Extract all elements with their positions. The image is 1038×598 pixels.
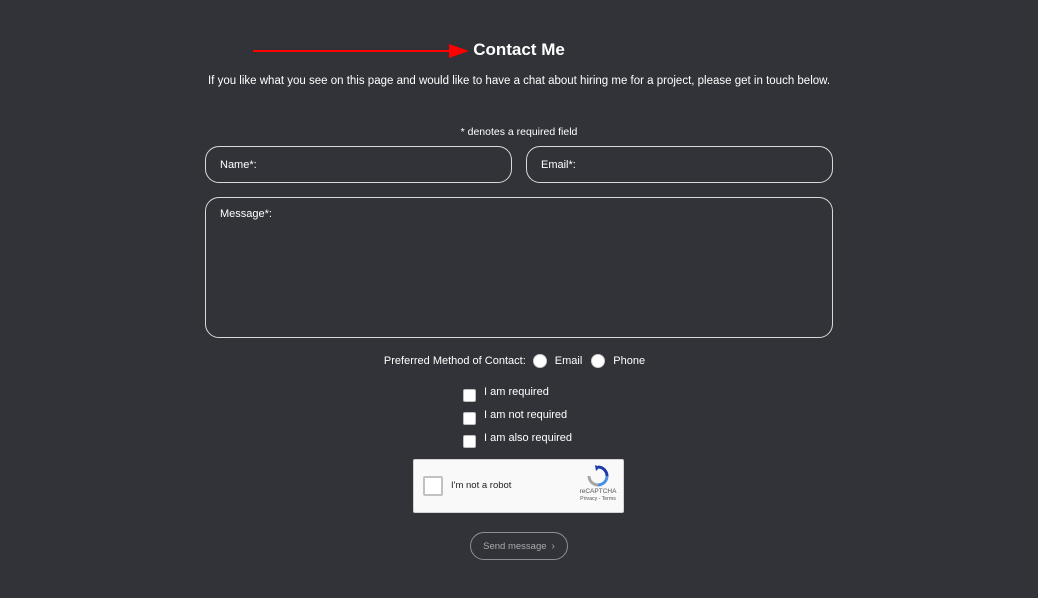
preferred-contact-label: Preferred Method of Contact: <box>383 355 526 367</box>
intro-text: If you like what you see on this page an… <box>207 75 831 87</box>
page-title: Contact Me <box>473 40 565 59</box>
recaptcha-icon <box>587 465 609 487</box>
recaptcha-links[interactable]: Privacy - Terms <box>574 496 622 503</box>
phone-radio-label: Phone <box>613 355 646 367</box>
recaptcha-logo: reCAPTCHA Privacy - Terms <box>574 465 622 511</box>
email-field[interactable] <box>526 146 833 183</box>
message-field[interactable] <box>205 197 833 338</box>
name-field[interactable] <box>205 146 512 183</box>
recaptcha-widget: I'm not a robot reCAPTCHA Privacy - Term… <box>413 459 624 513</box>
i-am-also-required-checkbox[interactable] <box>463 434 476 448</box>
checkbox-label: I am not required <box>484 408 568 421</box>
checkbox-group: I am required I am not required I am als… <box>462 382 572 451</box>
checkbox-label: I am also required <box>484 431 573 444</box>
recaptcha-label: I'm not a robot <box>451 480 512 491</box>
i-am-required-checkbox[interactable] <box>463 388 476 402</box>
preferred-contact-row: Preferred Method of Contact: Email Phone <box>0 352 1038 370</box>
checkbox-row: I am not required <box>462 405 572 428</box>
checkbox-row: I am required <box>462 382 572 405</box>
i-am-not-required-checkbox[interactable] <box>463 411 476 425</box>
checkbox-row: I am also required <box>462 428 572 451</box>
recaptcha-checkbox[interactable] <box>423 476 443 496</box>
email-radio[interactable] <box>532 354 547 368</box>
send-message-label: Send message <box>483 540 547 552</box>
phone-radio[interactable] <box>591 354 606 368</box>
required-field-note: * denotes a required field <box>460 126 578 138</box>
chevron-right-icon: › <box>551 540 555 552</box>
email-radio-label: Email <box>554 355 583 367</box>
send-message-button[interactable]: Send message › <box>470 532 568 560</box>
checkbox-label: I am required <box>484 385 549 398</box>
recaptcha-brand: reCAPTCHA <box>579 488 617 495</box>
